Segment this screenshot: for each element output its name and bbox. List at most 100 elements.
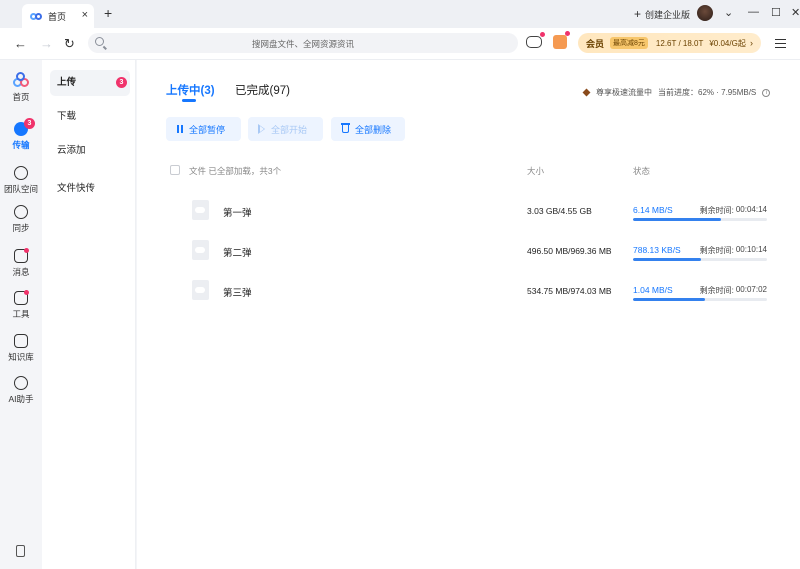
table-row[interactable]: 第三弹 534.75 MB/974.03 MB 1.04 MB/S 剩余时间: … xyxy=(137,280,800,320)
remaining-value: 00:04:14 xyxy=(735,205,767,214)
rail-item-ai[interactable]: AI助手 xyxy=(0,376,42,405)
transfer-count-badge: 3 xyxy=(24,118,35,129)
create-enterprise-button[interactable]: + 创建企业版 xyxy=(634,7,690,21)
rail-item-transfer[interactable]: 3 传输 xyxy=(0,118,42,151)
upload-speed: 1.04 MB/S xyxy=(633,285,673,295)
create-enterprise-label: 创建企业版 xyxy=(645,9,691,20)
file-name: 第二弹 xyxy=(223,248,252,259)
table-row[interactable]: 第二弹 496.50 MB/969.36 MB 788.13 KB/S 剩余时间… xyxy=(137,240,800,280)
maximize-button[interactable]: ☐ xyxy=(771,6,781,19)
back-arrow-icon[interactable]: ← xyxy=(14,36,27,51)
refresh-icon[interactable]: ↻ xyxy=(64,36,75,52)
subnav-item-label: 下载 xyxy=(57,111,77,122)
notification-dot xyxy=(540,32,545,37)
knowledge-icon xyxy=(14,334,28,348)
start-all-button[interactable]: 全部开始 xyxy=(248,117,323,141)
speed-info: 尊享极速流量中 当前进度：62% · 7.95MB/S i xyxy=(582,87,771,98)
rail-item-team[interactable]: 团队空间 xyxy=(0,166,42,195)
minimize-button[interactable]: — xyxy=(748,6,759,18)
cloud-file-icon xyxy=(192,240,209,260)
start-all-label: 全部开始 xyxy=(271,124,308,135)
upload-count-badge: 3 xyxy=(116,77,127,88)
remaining-value: 00:10:14 xyxy=(735,245,767,254)
vip-banner[interactable]: 会员 最高减8元 12.6T / 18.0T ¥0.04/G起 › xyxy=(578,33,761,53)
remaining-label: 剩余时间: xyxy=(699,286,734,295)
subnav-item-upload[interactable]: 上传 3 xyxy=(50,70,130,96)
subnav-item-cloud-add[interactable]: 云添加 xyxy=(50,138,130,164)
chevron-right-icon: › xyxy=(750,38,753,48)
sync-icon xyxy=(14,205,28,219)
rail-item-label: 首页 xyxy=(12,92,30,102)
home-icon xyxy=(13,72,29,88)
gift-icon[interactable] xyxy=(553,31,570,49)
info-icon[interactable]: i xyxy=(762,88,771,97)
select-all-checkbox[interactable] xyxy=(170,165,180,175)
storage-price: ¥0.04/G起 xyxy=(709,38,746,48)
rail-item-label: 同步 xyxy=(12,223,30,233)
avatar[interactable] xyxy=(697,5,713,21)
rail-item-label: AI助手 xyxy=(8,394,34,404)
play-icon xyxy=(258,124,265,134)
progress-summary: 当前进度：62% · 7.95MB/S xyxy=(658,88,757,97)
search-input[interactable]: 搜网盘文件、全网资源资讯 xyxy=(88,33,518,53)
tab-home[interactable]: 首页 × xyxy=(22,4,94,28)
notification-dot xyxy=(24,290,29,295)
pause-all-label: 全部暂停 xyxy=(189,124,226,135)
rail-item-message[interactable]: 消息 xyxy=(0,248,42,278)
table-header: 文件 已全部加载，共3个 大小 状态 xyxy=(137,165,800,179)
progress-fill xyxy=(633,298,706,301)
main-panel: 上传中(3) 已完成(97) 尊享极速流量中 当前进度：62% · 7.95MB… xyxy=(137,60,800,569)
progress-fill xyxy=(633,258,702,261)
progress-fill xyxy=(633,218,722,221)
forward-arrow-icon[interactable]: → xyxy=(40,36,53,51)
vip-label: 会员 xyxy=(586,38,605,49)
speed-tag: 尊享极速流量中 xyxy=(596,88,652,97)
transfer-subnav: 上传 3 下载 云添加 文件快传 xyxy=(42,60,136,569)
rail-item-tools[interactable]: 工具 xyxy=(0,290,42,320)
left-rail: 首页 3 传输 团队空间 同步 消息 工具 知识库 AI助手 xyxy=(0,60,42,569)
upload-speed: 6.14 MB/S xyxy=(633,205,673,215)
remaining-time: 剩余时间: 00:04:14 xyxy=(700,205,767,216)
remaining-label: 剩余时间: xyxy=(699,246,734,255)
subnav-item-label: 文件快传 xyxy=(57,183,96,194)
team-icon xyxy=(14,166,28,180)
tab-uploading[interactable]: 上传中(3) xyxy=(166,82,215,98)
active-tab-indicator xyxy=(182,99,196,102)
subnav-item-label: 上传 xyxy=(57,77,77,88)
menu-icon[interactable] xyxy=(775,39,786,48)
tab-completed[interactable]: 已完成(97) xyxy=(235,82,290,98)
table-row[interactable]: 第一弹 3.03 GB/4.55 GB 6.14 MB/S 剩余时间: 00:0… xyxy=(137,200,800,240)
progress-bar xyxy=(633,218,767,221)
phone-icon[interactable] xyxy=(16,545,25,557)
rail-item-sync[interactable]: 同步 xyxy=(0,205,42,234)
column-size: 大小 xyxy=(527,166,545,176)
close-window-button[interactable]: ✕ xyxy=(791,6,800,19)
subnav-item-label: 云添加 xyxy=(57,145,86,156)
trash-icon xyxy=(340,123,350,133)
gamepad-icon[interactable] xyxy=(526,32,545,48)
new-tab-button[interactable]: + xyxy=(104,5,112,21)
subnav-item-download[interactable]: 下载 xyxy=(50,104,130,130)
progress-bar xyxy=(633,258,767,261)
file-size: 3.03 GB/4.55 GB xyxy=(527,206,592,216)
remaining-time: 剩余时间: 00:10:14 xyxy=(700,245,767,256)
delete-all-button[interactable]: 全部删除 xyxy=(331,117,405,141)
column-status: 状态 xyxy=(633,166,651,176)
column-file: 文件 已全部加载，共3个 xyxy=(189,166,282,176)
rail-item-label: 消息 xyxy=(12,267,30,277)
rail-item-knowledge[interactable]: 知识库 xyxy=(0,334,42,363)
close-tab-icon[interactable]: × xyxy=(82,9,88,21)
chevron-down-icon[interactable]: ⌄ xyxy=(724,6,733,19)
plus-icon: + xyxy=(634,7,642,21)
rail-item-label: 传输 xyxy=(12,140,30,150)
ai-icon xyxy=(14,376,28,390)
vip-offer-badge: 最高减8元 xyxy=(610,37,648,49)
pause-all-button[interactable]: 全部暂停 xyxy=(166,117,241,141)
rail-item-label: 知识库 xyxy=(8,352,34,362)
file-name: 第三弹 xyxy=(223,288,252,299)
cloud-file-icon xyxy=(192,280,209,300)
subnav-item-quick-transfer[interactable]: 文件快传 xyxy=(50,176,130,202)
delete-all-label: 全部删除 xyxy=(355,124,392,135)
rail-item-home[interactable]: 首页 xyxy=(0,72,42,103)
remaining-time: 剩余时间: 00:07:02 xyxy=(700,285,767,296)
